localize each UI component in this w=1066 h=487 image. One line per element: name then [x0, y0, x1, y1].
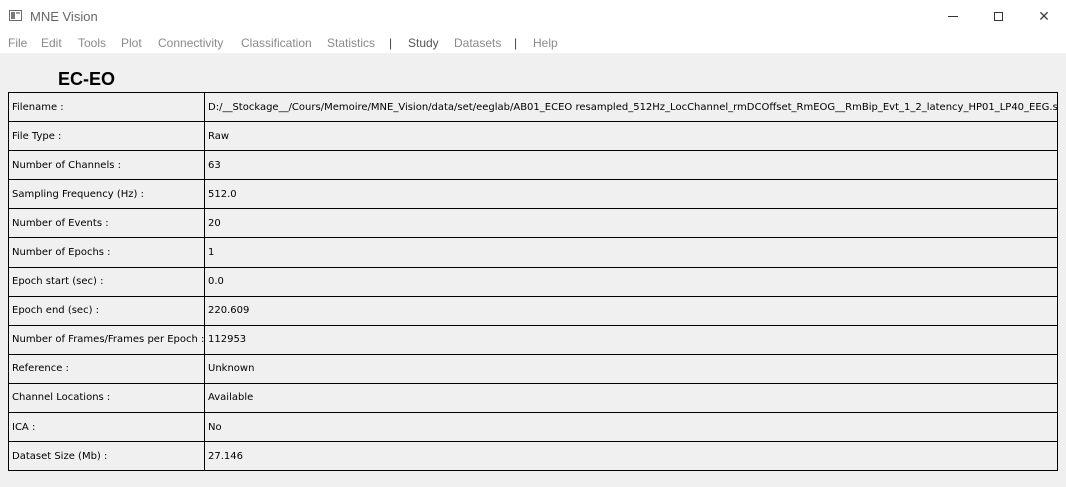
reference-label: Reference :	[8, 353, 205, 384]
maximize-icon	[993, 11, 1003, 21]
table-row: Number of Epochs : 1	[8, 237, 1058, 268]
close-button[interactable]: ✕	[1021, 0, 1066, 32]
epochs-value: 1	[204, 237, 1058, 268]
table-row: Filename : D:/__Stockage__/Cours/Memoire…	[8, 91, 1058, 123]
menu-statistics[interactable]: Statistics	[327, 36, 375, 50]
maximize-button[interactable]	[975, 0, 1021, 32]
table-row: Sampling Frequency (Hz) : 512.0	[8, 179, 1058, 210]
menu-connectivity[interactable]: Connectivity	[158, 36, 223, 50]
table-row: Number of Channels : 63	[8, 150, 1058, 181]
table-row: Dataset Size (Mb) : 27.146	[8, 441, 1058, 472]
ica-label: ICA :	[8, 412, 205, 443]
events-value: 20	[204, 208, 1058, 239]
epoch-start-value: 0.0	[204, 266, 1058, 297]
menu-classification[interactable]: Classification	[241, 36, 312, 50]
menu-study[interactable]: Study	[408, 36, 439, 50]
table-row: Epoch end (sec) : 220.609	[8, 295, 1058, 326]
dataset-size-value: 27.146	[204, 441, 1058, 472]
menu-plot[interactable]: Plot	[121, 36, 142, 50]
minimize-button[interactable]	[930, 0, 976, 32]
epoch-end-value: 220.609	[204, 295, 1058, 326]
table-row: File Type : Raw	[8, 121, 1058, 152]
minimize-icon	[948, 15, 958, 17]
menu-datasets[interactable]: Datasets	[454, 36, 501, 50]
menu-separator: |	[389, 36, 393, 50]
frames-value: 112953	[204, 324, 1058, 355]
sampling-frequency-label: Sampling Frequency (Hz) :	[8, 179, 205, 210]
epoch-start-label: Epoch start (sec) :	[8, 266, 205, 297]
window-title: MNE Vision	[30, 9, 98, 24]
table-row: Number of Events : 20	[8, 208, 1058, 239]
table-row: Reference : Unknown	[8, 353, 1058, 384]
dataset-title: EC-EO	[58, 69, 116, 89]
dataset-size-label: Dataset Size (Mb) :	[8, 441, 205, 472]
file-type-value: Raw	[204, 121, 1058, 152]
title-bar: MNE Vision ✕	[0, 0, 1066, 32]
menu-tools[interactable]: Tools	[78, 36, 106, 50]
filename-value: D:/__Stockage__/Cours/Memoire/MNE_Vision…	[204, 91, 1058, 123]
channel-locations-value: Available	[204, 382, 1058, 414]
menu-separator: |	[514, 36, 518, 50]
sampling-frequency-value: 512.0	[204, 179, 1058, 210]
epochs-label: Number of Epochs :	[8, 237, 205, 268]
channels-value: 63	[204, 150, 1058, 181]
table-row: Channel Locations : Available	[8, 382, 1058, 414]
menu-file[interactable]: File	[8, 36, 27, 50]
dataset-info-table: Filename : D:/__Stockage__/Cours/Memoire…	[8, 91, 1058, 472]
app-window-icon	[9, 10, 22, 21]
menu-edit[interactable]: Edit	[41, 36, 62, 50]
menu-help[interactable]: Help	[533, 36, 558, 50]
reference-value: Unknown	[204, 353, 1058, 384]
table-row: Epoch start (sec) : 0.0	[8, 266, 1058, 297]
ica-value: No	[204, 412, 1058, 443]
table-row: ICA : No	[8, 412, 1058, 443]
events-label: Number of Events :	[8, 208, 205, 239]
table-row: Number of Frames/Frames per Epoch : 1129…	[8, 324, 1058, 355]
file-type-label: File Type :	[8, 121, 205, 152]
filename-label: Filename :	[8, 91, 205, 123]
menu-bar: File Edit Tools Plot Connectivity Classi…	[0, 32, 1066, 53]
channels-label: Number of Channels :	[8, 150, 205, 181]
epoch-end-label: Epoch end (sec) :	[8, 295, 205, 326]
frames-label: Number of Frames/Frames per Epoch :	[8, 324, 205, 355]
close-icon: ✕	[1038, 7, 1050, 24]
channel-locations-label: Channel Locations :	[8, 382, 205, 414]
